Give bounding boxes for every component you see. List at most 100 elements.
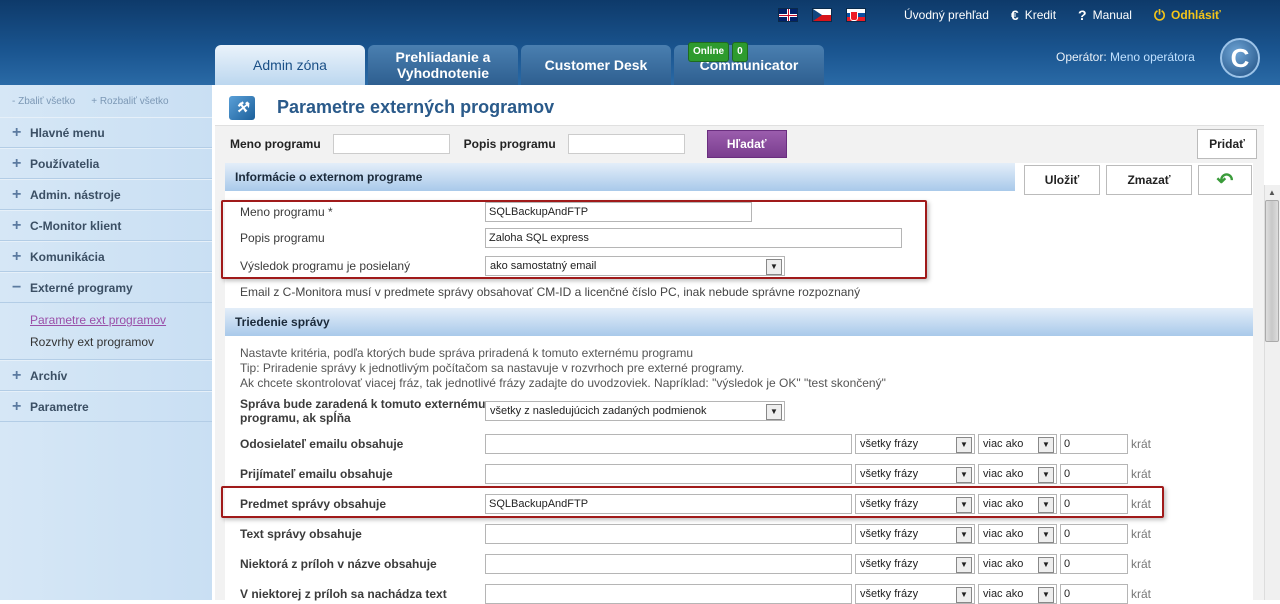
save-button[interactable]: Uložiť bbox=[1024, 165, 1100, 195]
tab-browse-evaluate-label: Prehliadanie a Vyhodnotenie bbox=[395, 49, 491, 81]
page-title: Parametre externých programov bbox=[277, 97, 555, 117]
plus-icon: + bbox=[12, 397, 22, 415]
filter-name-label: Meno programu bbox=[230, 137, 321, 151]
rule-count-input[interactable]: 0 bbox=[1060, 524, 1128, 544]
sort-help-3: Ak chcete skontrolovať viacej fráz, tak … bbox=[240, 376, 886, 390]
page-header: ⚒ Parametre externých programov bbox=[215, 90, 1264, 126]
filter-desc-label: Popis programu bbox=[463, 137, 556, 151]
rule-value-input[interactable] bbox=[485, 434, 852, 454]
rule-phrases-select[interactable]: všetky frázy bbox=[855, 584, 975, 604]
rule-unit: krát bbox=[1131, 527, 1152, 541]
rule-compare-select[interactable]: viac ako bbox=[978, 434, 1057, 454]
tab-browse-evaluate[interactable]: Prehliadanie a Vyhodnotenie bbox=[368, 45, 518, 85]
sidebar-item-label: Používatelia bbox=[30, 156, 100, 171]
collapse-all-link[interactable]: - Zbaliť všetko bbox=[12, 96, 75, 107]
online-status: Online bbox=[688, 42, 730, 62]
submenu-ext-program-schedules[interactable]: Rozvrhy ext programov bbox=[30, 331, 212, 353]
manual-link[interactable]: ? Manual bbox=[1078, 7, 1132, 23]
rule-compare-select[interactable]: viac ako bbox=[978, 554, 1057, 574]
logout-link[interactable]: ⏻ Odhlásiť bbox=[1154, 7, 1221, 24]
rule-value-input[interactable] bbox=[485, 524, 852, 544]
condition-select[interactable]: všetky z nasledujúcich zadaných podmieno… bbox=[485, 401, 785, 421]
rule-value-input[interactable] bbox=[485, 554, 852, 574]
scroll-up-icon[interactable]: ▲ bbox=[1265, 186, 1279, 200]
tab-communicator[interactable]: Online 0 Communicator bbox=[674, 42, 824, 85]
delete-button[interactable]: Zmazať bbox=[1106, 165, 1192, 195]
expand-all-link[interactable]: + Rozbaliť všetko bbox=[91, 96, 168, 107]
sidebar-item-communication[interactable]: + Komunikácia bbox=[0, 241, 212, 272]
result-select[interactable]: ako samostatný email bbox=[485, 256, 785, 276]
rule-unit: krát bbox=[1131, 557, 1152, 571]
back-arrow-icon: ↶ bbox=[1216, 169, 1234, 192]
rule-value-input[interactable] bbox=[485, 464, 852, 484]
credit-label: Kredit bbox=[1024, 8, 1057, 22]
scrollbar-thumb[interactable] bbox=[1265, 200, 1279, 342]
home-link[interactable]: Úvodný prehľad bbox=[904, 8, 989, 22]
sidebar-item-cmonitor-client[interactable]: + C-Monitor klient bbox=[0, 210, 212, 241]
sidebar-item-external-programs[interactable]: − Externé programy bbox=[0, 272, 212, 303]
euro-icon: € bbox=[1010, 7, 1019, 23]
rule-value-input[interactable]: SQLBackupAndFTP bbox=[485, 494, 852, 514]
program-desc-label: Popis programu bbox=[240, 231, 325, 245]
rule-unit: krát bbox=[1131, 467, 1152, 481]
tab-customer-desk[interactable]: Customer Desk bbox=[521, 45, 671, 85]
rule-count-input[interactable]: 0 bbox=[1060, 434, 1128, 454]
slovak-flag-icon[interactable] bbox=[846, 8, 866, 22]
sidebar-item-archive[interactable]: + Archív bbox=[0, 360, 212, 391]
sidebar-item-label: Admin. nástroje bbox=[30, 187, 121, 202]
rule-count-input[interactable]: 0 bbox=[1060, 554, 1128, 574]
plus-icon: + bbox=[12, 247, 22, 265]
sidebar-item-admin-tools[interactable]: + Admin. nástroje bbox=[0, 179, 212, 210]
operator-name[interactable]: Meno operátora bbox=[1110, 50, 1195, 64]
rule-phrases-select[interactable]: všetky frázy bbox=[855, 464, 975, 484]
sidebar: - Zbaliť všetko + Rozbaliť všetko + Hlavn… bbox=[0, 85, 212, 600]
plus-icon: + bbox=[12, 154, 22, 172]
power-icon: ⏻ bbox=[1153, 6, 1166, 23]
cm-id-note: Email z C-Monitora musí v predmete správ… bbox=[240, 285, 861, 299]
czech-flag-icon[interactable] bbox=[812, 8, 832, 22]
rule-value-input[interactable] bbox=[485, 584, 852, 604]
credit-link[interactable]: € Kredit bbox=[1011, 7, 1056, 23]
condition-label-1: Správa bude zaradená k tomuto externému bbox=[240, 397, 486, 411]
program-name-input[interactable]: SQLBackupAndFTP bbox=[485, 202, 752, 222]
english-flag-icon[interactable] bbox=[778, 8, 798, 22]
filter-bar: Meno programu Popis programu Hľadať Prid… bbox=[215, 126, 1264, 162]
tab-admin-zone[interactable]: Admin zóna bbox=[215, 45, 365, 85]
main-tabs: Admin zóna Prehliadanie a Vyhodnotenie C… bbox=[215, 42, 827, 85]
rule-phrases-select[interactable]: všetky frázy bbox=[855, 554, 975, 574]
info-section-header: Informácie o externom programe bbox=[225, 163, 1015, 191]
condition-label-2: programu, ak spĺňa bbox=[240, 411, 351, 425]
rule-compare-select[interactable]: viac ako bbox=[978, 524, 1057, 544]
rule-compare-select[interactable]: viac ako bbox=[978, 494, 1057, 514]
rule-label: Text správy obsahuje bbox=[240, 527, 362, 541]
rule-compare-select[interactable]: viac ako bbox=[978, 464, 1057, 484]
rule-label: Odosielateľ emailu obsahuje bbox=[240, 437, 404, 451]
rule-count-input[interactable]: 0 bbox=[1060, 584, 1128, 604]
sidebar-item-users[interactable]: + Používatelia bbox=[0, 148, 212, 179]
rule-count-input[interactable]: 0 bbox=[1060, 464, 1128, 484]
online-badge: Online 0 bbox=[688, 42, 751, 62]
plus-icon: + bbox=[12, 216, 22, 234]
online-count: 0 bbox=[732, 42, 748, 62]
back-button[interactable]: ↶ bbox=[1198, 165, 1252, 195]
sort-help-1: Nastavte kritéria, podľa ktorých bude sp… bbox=[240, 346, 694, 360]
add-button[interactable]: Pridať bbox=[1197, 129, 1257, 159]
app-logo: C bbox=[1220, 38, 1260, 78]
rule-phrases-select[interactable]: všetky frázy bbox=[855, 524, 975, 544]
rule-phrases-select[interactable]: všetky frázy bbox=[855, 434, 975, 454]
sidebar-item-label: Externé programy bbox=[30, 280, 133, 295]
filter-name-input[interactable] bbox=[332, 134, 450, 154]
top-navigation: Úvodný prehľad € Kredit ? Manual ⏻ Odhlásiť bbox=[778, 6, 1221, 24]
rule-phrases-select[interactable]: všetky frázy bbox=[855, 494, 975, 514]
manual-label: Manual bbox=[1092, 8, 1132, 22]
sidebar-item-main-menu[interactable]: + Hlavné menu bbox=[0, 117, 212, 148]
rule-compare-select[interactable]: viac ako bbox=[978, 584, 1057, 604]
rule-count-input[interactable]: 0 bbox=[1060, 494, 1128, 514]
rule-label: Predmet správy obsahuje bbox=[240, 497, 387, 511]
search-button[interactable]: Hľadať bbox=[706, 130, 787, 158]
logout-label: Odhlásiť bbox=[1171, 8, 1221, 22]
filter-desc-input[interactable] bbox=[567, 134, 685, 154]
submenu-ext-program-params[interactable]: Parametre ext programov bbox=[30, 309, 212, 331]
program-desc-input[interactable]: Zaloha SQL express bbox=[485, 228, 902, 248]
sidebar-item-parameters[interactable]: + Parametre bbox=[0, 391, 212, 422]
